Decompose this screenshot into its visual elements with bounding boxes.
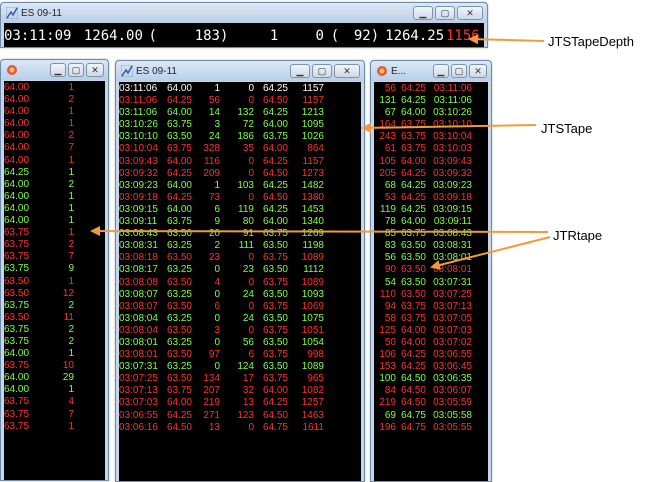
callout-arrows [90, 34, 551, 270]
arrow-rtape-right [430, 236, 551, 270]
arrow-tape [361, 122, 537, 133]
arrow-rtape-left [90, 226, 549, 237]
arrow-tape-depth [468, 34, 545, 45]
